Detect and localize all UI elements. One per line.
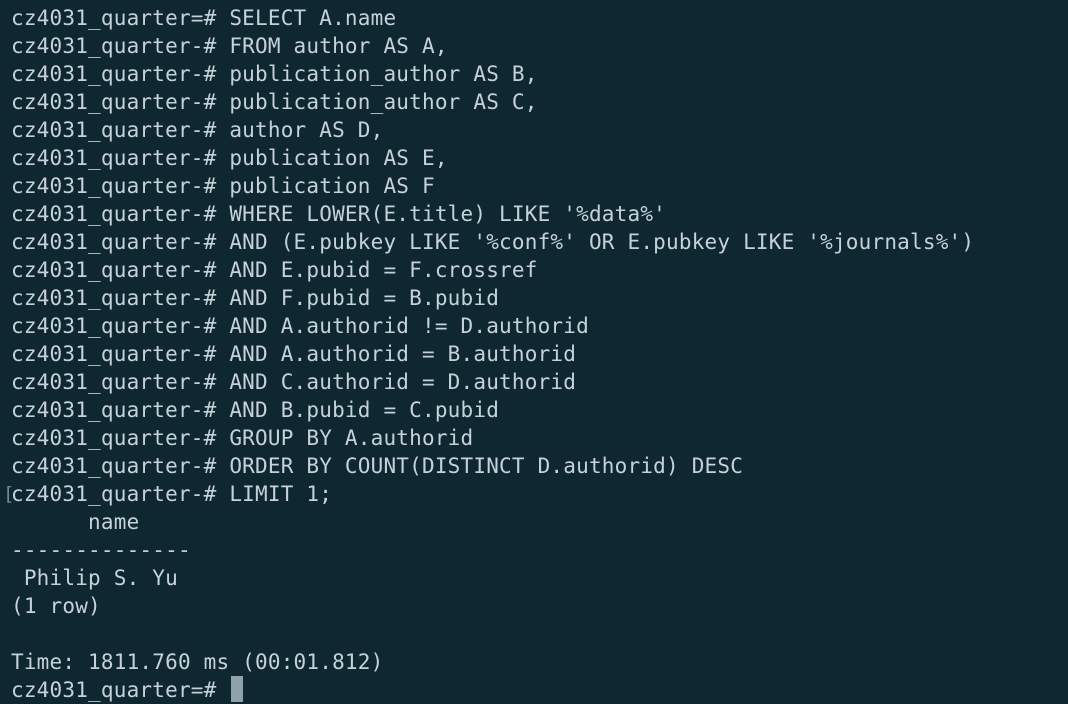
query-line: cz4031_quarter-# AND F.pubid = B.pubid bbox=[11, 284, 1068, 312]
query-text: publication_author AS B, bbox=[229, 62, 538, 86]
query-text: FROM author AS A, bbox=[229, 34, 448, 58]
query-line: cz4031_quarter-# AND C.authorid = D.auth… bbox=[11, 368, 1068, 396]
query-text: ORDER BY COUNT(DISTINCT D.authorid) DESC bbox=[229, 454, 744, 478]
prompt: cz4031_quarter-# bbox=[11, 118, 230, 142]
input-line[interactable]: cz4031_quarter=# bbox=[11, 676, 1068, 704]
prompt: cz4031_quarter-# bbox=[11, 426, 230, 450]
query-text: LIMIT 1; bbox=[229, 482, 333, 506]
query-line: cz4031_quarter-# AND A.authorid = B.auth… bbox=[11, 340, 1068, 368]
query-line: cz4031_quarter-# AND (E.pubkey LIKE '%co… bbox=[11, 228, 1068, 256]
query-text: GROUP BY A.authorid bbox=[229, 426, 474, 450]
query-text: AND C.authorid = D.authorid bbox=[229, 370, 577, 394]
query-line: cz4031_quarter-# publication_author AS B… bbox=[11, 60, 1068, 88]
prompt: cz4031_quarter-# bbox=[11, 454, 230, 478]
result-row: Philip S. Yu bbox=[11, 566, 178, 590]
prompt: cz4031_quarter-# bbox=[11, 34, 230, 58]
query-line: cz4031_quarter-# AND E.pubid = F.crossre… bbox=[11, 256, 1068, 284]
prompt: cz4031_quarter-# bbox=[11, 146, 230, 170]
query-text: AND A.authorid = B.authorid bbox=[229, 342, 577, 366]
query-line: cz4031_quarter-# AND B.pubid = C.pubid bbox=[11, 396, 1068, 424]
query-text: WHERE LOWER(E.title) LIKE '%data%' bbox=[229, 202, 667, 226]
query-line: cz4031_quarter-# publication_author AS C… bbox=[11, 88, 1068, 116]
query-text: publication AS F bbox=[229, 174, 435, 198]
prompt: cz4031_quarter-# bbox=[11, 90, 230, 114]
query-text: AND E.pubid = F.crossref bbox=[229, 258, 538, 282]
query-line: cz4031_quarter-# FROM author AS A, bbox=[11, 32, 1068, 60]
prompt: cz4031_quarter-# bbox=[11, 62, 230, 86]
query-line: cz4031_quarter=# SELECT A.name bbox=[11, 4, 1068, 32]
query-text: publication_author AS C, bbox=[229, 90, 538, 114]
query-text: AND B.pubid = C.pubid bbox=[229, 398, 500, 422]
query-line: cz4031_quarter-# LIMIT 1; bbox=[3, 480, 1068, 508]
prompt: cz4031_quarter-# bbox=[11, 482, 230, 506]
query-text: AND A.authorid != D.authorid bbox=[229, 314, 589, 338]
query-text: publication AS E, bbox=[229, 146, 448, 170]
prompt: cz4031_quarter-# bbox=[11, 174, 230, 198]
terminal-window[interactable]: cz4031_quarter=# SELECT A.name cz4031_qu… bbox=[0, 0, 1068, 704]
query-line: cz4031_quarter-# GROUP BY A.authorid bbox=[11, 424, 1068, 452]
prompt: cz4031_quarter-# bbox=[11, 230, 230, 254]
prompt: cz4031_quarter-# bbox=[11, 314, 230, 338]
row-count: (1 row) bbox=[11, 594, 101, 618]
timing-line: Time: 1811.760 ms (00:01.812) bbox=[11, 650, 384, 674]
result-separator: -------------- bbox=[11, 538, 191, 562]
query-line: cz4031_quarter-# ORDER BY COUNT(DISTINCT… bbox=[11, 452, 1068, 480]
prompt: cz4031_quarter-# bbox=[11, 342, 230, 366]
query-line: cz4031_quarter-# WHERE LOWER(E.title) LI… bbox=[11, 200, 1068, 228]
prompt: cz4031_quarter-# bbox=[11, 398, 230, 422]
query-text: author AS D, bbox=[229, 118, 384, 142]
text-cursor bbox=[231, 676, 244, 702]
query-text: AND (E.pubkey LIKE '%conf%' OR E.pubkey … bbox=[229, 230, 975, 254]
result-header: name bbox=[11, 510, 140, 534]
prompt: cz4031_quarter-# bbox=[11, 202, 230, 226]
prompt: cz4031_quarter-# bbox=[11, 286, 230, 310]
prompt: cz4031_quarter=# bbox=[11, 6, 230, 30]
prompt: cz4031_quarter-# bbox=[11, 370, 230, 394]
prompt: cz4031_quarter-# bbox=[11, 258, 230, 282]
prompt: cz4031_quarter=# bbox=[11, 678, 230, 702]
query-line: cz4031_quarter-# publication AS E, bbox=[11, 144, 1068, 172]
query-line: cz4031_quarter-# AND A.authorid != D.aut… bbox=[11, 312, 1068, 340]
query-text: SELECT A.name bbox=[229, 6, 397, 30]
query-text: AND F.pubid = B.pubid bbox=[229, 286, 500, 310]
query-line: cz4031_quarter-# publication AS F bbox=[11, 172, 1068, 200]
query-line: cz4031_quarter-# author AS D, bbox=[11, 116, 1068, 144]
